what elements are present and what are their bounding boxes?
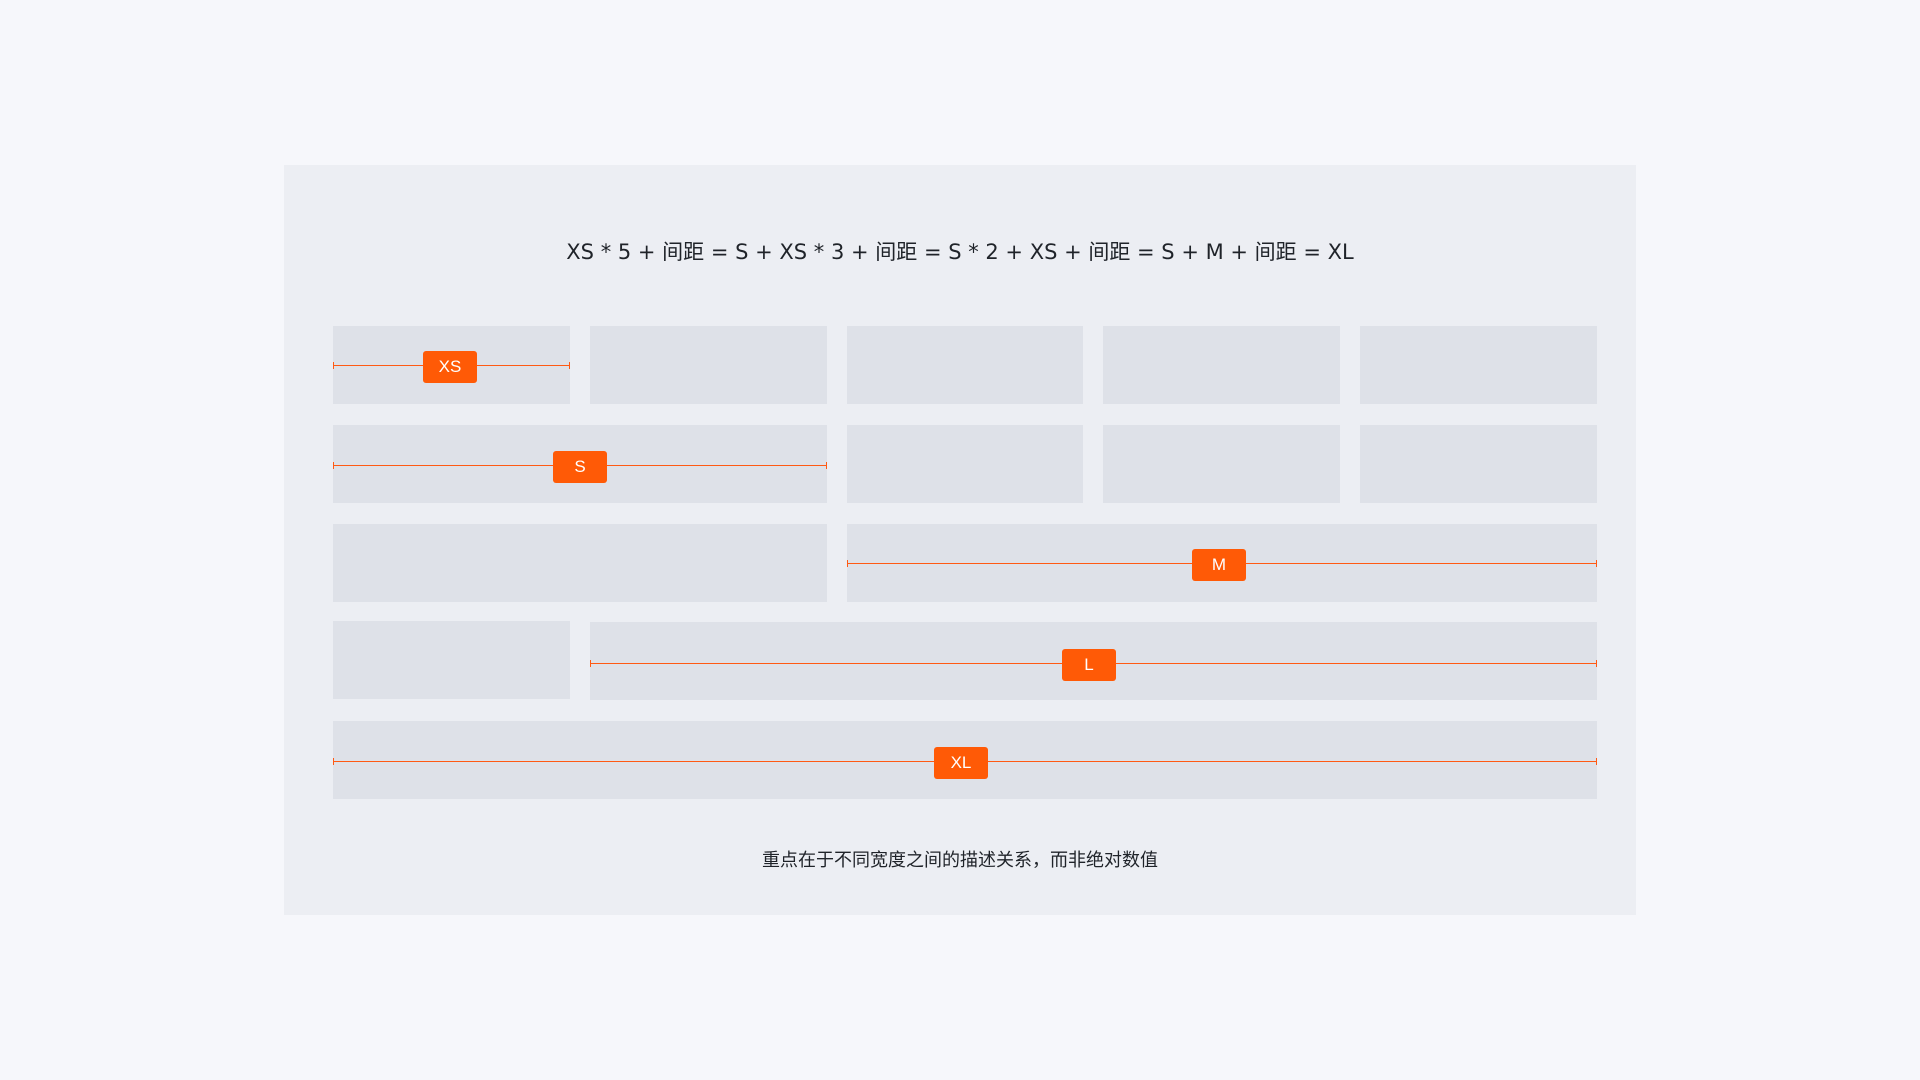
row2-block-xs-2: [1103, 425, 1340, 503]
row2-block-xs-1: [847, 425, 1083, 503]
width-formula: XS * 5 + 间距 = S + XS * 3 + 间距 = S * 2 + …: [566, 240, 1354, 264]
row2-block-xs-3: [1360, 425, 1597, 503]
footnote-text: 重点在于不同宽度之间的描述关系，而非绝对数值: [762, 850, 1158, 871]
xs-label: XS: [423, 351, 477, 383]
row3-block-s: [333, 524, 827, 602]
m-label: M: [1192, 549, 1246, 581]
row1-block-xs-2: [590, 326, 827, 404]
s-label: S: [553, 451, 607, 483]
row4-block-xs: [333, 621, 570, 699]
row1-block-xs-3: [847, 326, 1083, 404]
l-label: L: [1062, 649, 1116, 681]
xl-label: XL: [934, 747, 988, 779]
row1-block-xs-5: [1360, 326, 1597, 404]
row1-block-xs-4: [1103, 326, 1340, 404]
